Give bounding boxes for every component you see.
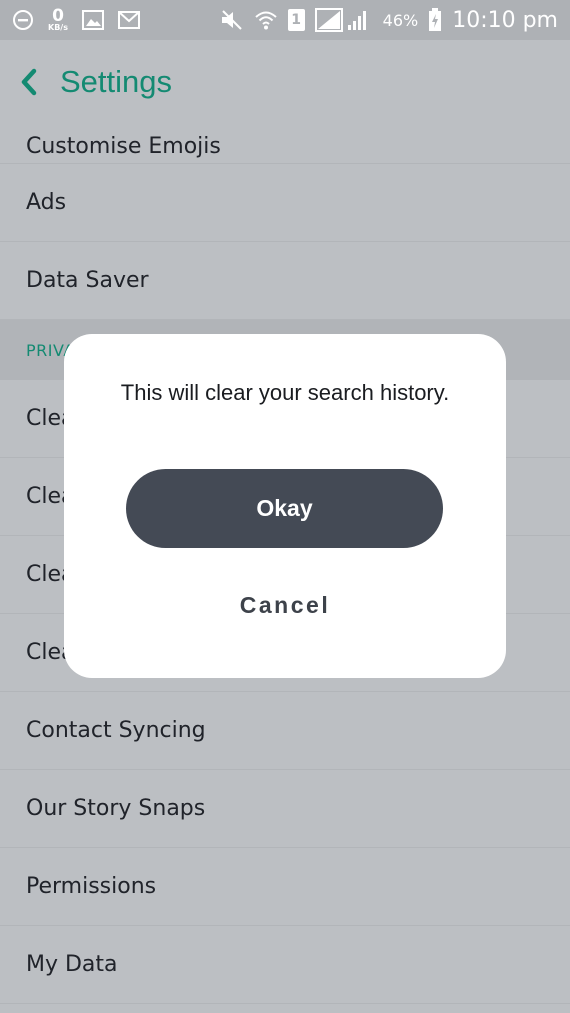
signal-icon xyxy=(314,8,373,32)
cancel-button[interactable]: Cancel xyxy=(64,592,506,619)
settings-item-ads[interactable]: Ads xyxy=(0,164,570,242)
net-speed-indicator: 0 KB/s xyxy=(48,8,68,32)
settings-item-our-story-snaps[interactable]: Our Story Snaps xyxy=(0,770,570,848)
settings-item-label: Permissions xyxy=(26,874,157,899)
confirm-dialog: This will clear your search history. Oka… xyxy=(64,334,506,678)
sim-icon: 1 xyxy=(287,9,305,31)
battery-charging-icon xyxy=(428,8,442,32)
settings-item-label: Customise Emojis xyxy=(26,134,221,159)
settings-item-label: Data Saver xyxy=(26,268,149,293)
dialog-message: This will clear your search history. xyxy=(120,380,450,405)
mail-icon xyxy=(117,11,140,29)
page-title: Settings xyxy=(60,64,173,99)
net-speed-unit: KB/s xyxy=(48,23,68,32)
battery-percent: 46% xyxy=(382,10,419,30)
settings-item-my-data[interactable]: My Data xyxy=(0,926,570,1004)
image-icon xyxy=(81,10,104,30)
settings-item-label: Contact Syncing xyxy=(26,718,206,743)
settings-item-permissions[interactable]: Permissions xyxy=(0,848,570,926)
settings-item-contact-syncing[interactable]: Contact Syncing xyxy=(0,692,570,770)
settings-item-customise-emojis[interactable]: Customise Emojis xyxy=(0,108,570,164)
mute-icon xyxy=(220,9,244,31)
settings-item-label: My Data xyxy=(26,952,118,977)
settings-item-label: Our Story Snaps xyxy=(26,796,206,821)
minus-circle-icon xyxy=(12,9,34,31)
settings-item-label: Ads xyxy=(26,190,67,215)
okay-button[interactable]: Okay xyxy=(126,469,443,548)
wifi-icon xyxy=(254,9,278,31)
chevron-left-icon[interactable] xyxy=(18,62,48,102)
settings-item-data-saver[interactable]: Data Saver xyxy=(0,242,570,320)
status-bar: 0 KB/s 1 46% 10:10 pm xyxy=(0,0,570,40)
clock: 10:10 pm xyxy=(452,7,558,33)
